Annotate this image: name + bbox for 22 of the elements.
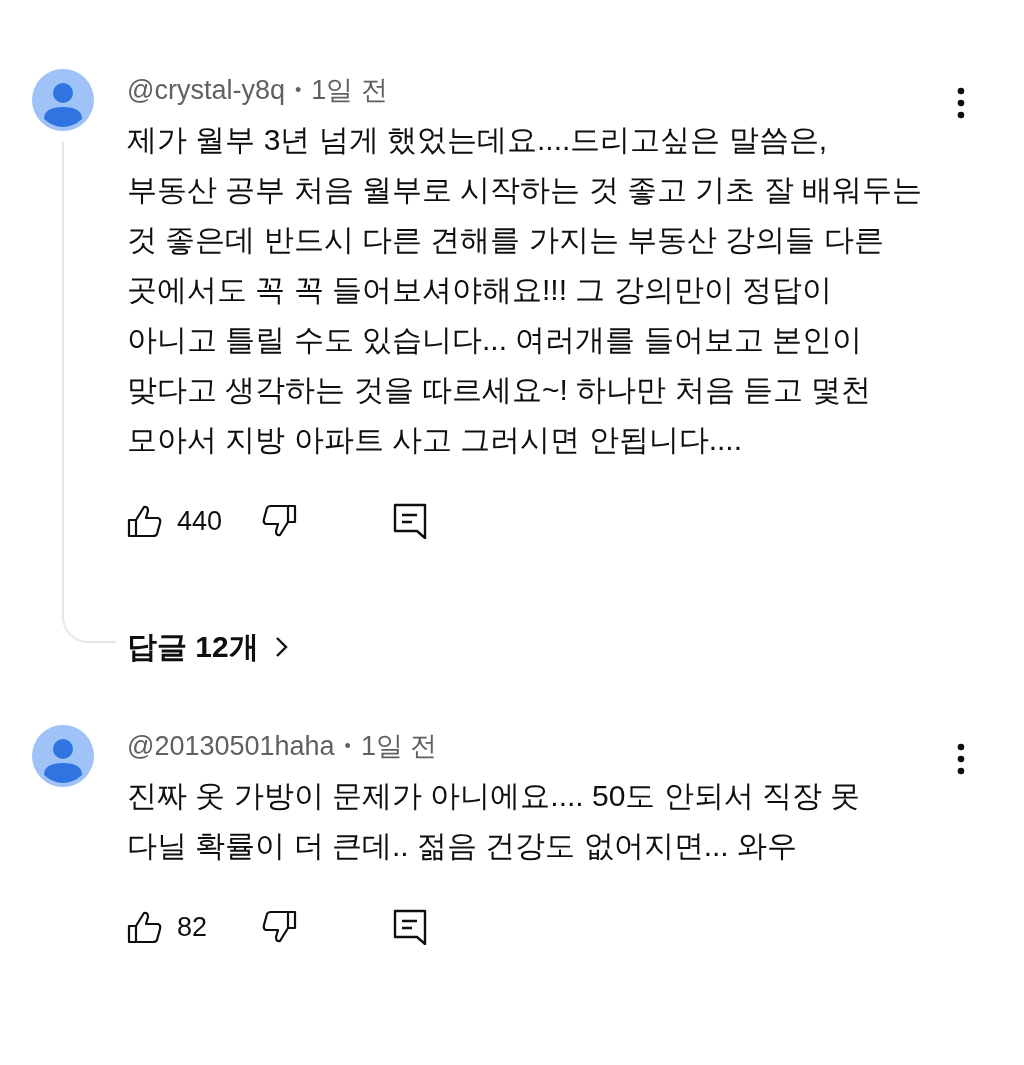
reply-icon[interactable] xyxy=(393,909,427,945)
avatar-icon[interactable] xyxy=(32,725,94,787)
thumbs-up-icon[interactable] xyxy=(127,503,163,539)
thumbs-down-icon[interactable] xyxy=(261,503,297,539)
separator-dot: • xyxy=(294,79,302,101)
comment-text: 진짜 옷 가방이 문제가 아니에요.... 50도 안되서 직장 못 다닐 확률이 더 큰데.. 젊음 건강도 없어지면... 와우 xyxy=(127,778,862,864)
thumbs-up-icon[interactable] xyxy=(127,909,163,945)
username[interactable]: @crystal-y8q xyxy=(127,74,285,106)
separator-dot: • xyxy=(344,735,351,757)
chevron-right-icon xyxy=(274,636,289,658)
like-count: 440 xyxy=(177,505,224,537)
comment-text: 제가 월부 3년 넘게 했었는데요....드리고싶은 말씀은, 부동산 공부 처음 월부로 시작하는 것 좋고 기초 잘 배워두는 것 좋은데 반드시 다른 견해를 가지는 부동산 강의들 다른 곳에서도 꼭 꼭 들어보셔야해요!!! 그 강의만이 정답이 아니고 틀릴 수도 있습니다... 여러개를 들어보고 본인이 맞다고 생각하는 것을 따르세요~! 하나만 처음 듣고 몇천 모아서 지방 아파트 사고 그러시면 안됩니다.... xyxy=(127,122,923,458)
thumbs-down-icon[interactable] xyxy=(261,909,297,945)
more-options-icon[interactable] xyxy=(957,743,965,775)
timestamp: 1일 전 xyxy=(311,74,388,107)
like-count: 82 xyxy=(177,911,209,943)
reply-icon[interactable] xyxy=(393,503,427,539)
timestamp: 1일 전 xyxy=(360,730,438,763)
replies-button[interactable]: 답글 12개 xyxy=(127,627,289,667)
avatar-icon[interactable] xyxy=(32,69,94,131)
username[interactable]: @20130501haha xyxy=(127,730,335,762)
more-options-icon[interactable] xyxy=(957,87,965,119)
